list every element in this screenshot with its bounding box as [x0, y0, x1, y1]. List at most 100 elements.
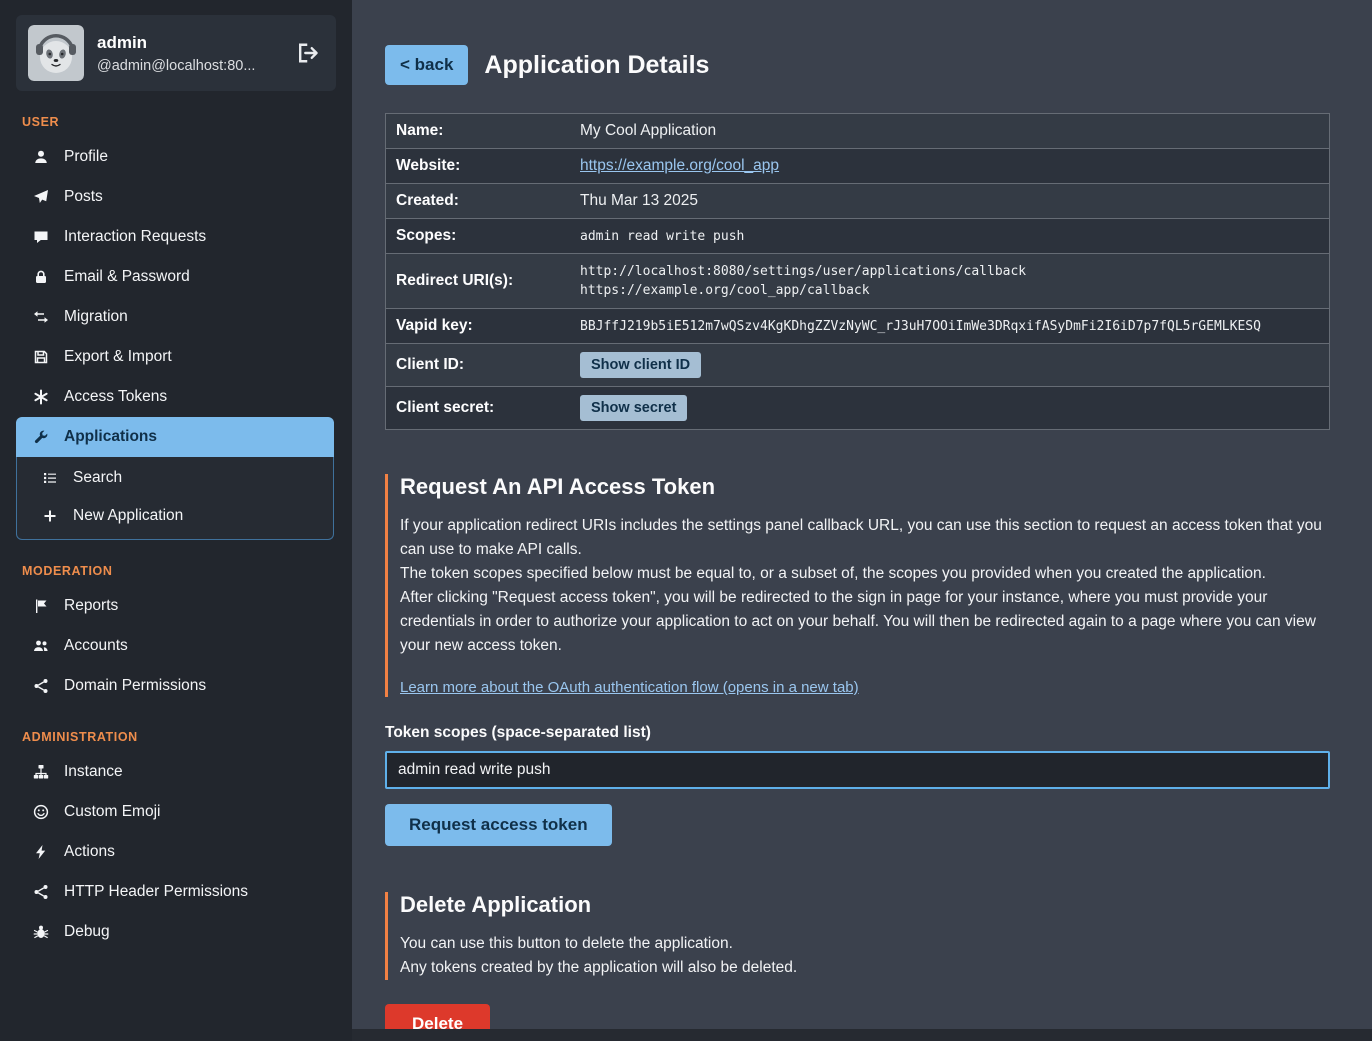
section-label-moderation: MODERATION: [22, 564, 336, 578]
sidebar-item-export-import[interactable]: Export & Import: [16, 337, 334, 377]
sidebar-item-profile[interactable]: Profile: [16, 137, 334, 177]
delete-application-description: Delete Application You can use this butt…: [385, 892, 1330, 980]
sidebar-item-label: Interaction Requests: [64, 228, 206, 246]
sidebar-item-http-header-permissions[interactable]: HTTP Header Permissions: [16, 872, 334, 912]
row-label: Website:: [386, 149, 570, 183]
logout-button[interactable]: [294, 39, 322, 67]
row-label: Client secret:: [386, 391, 570, 425]
sidebar-nav: USER Profile Posts Interaction Requests …: [0, 115, 352, 952]
speech-bubble-icon: [32, 229, 49, 246]
delete-paragraph: You can use this button to delete the ap…: [400, 932, 1330, 956]
redirect-uri: https://example.org/cool_app/callback: [580, 281, 1319, 300]
sidebar-item-label: Actions: [64, 843, 115, 861]
sidebar-item-label: Posts: [64, 188, 103, 206]
avatar: [28, 25, 84, 81]
user-card: admin @admin@localhost:80...: [16, 15, 336, 91]
table-row: Name: My Cool Application: [386, 114, 1329, 148]
request-token-description: Request An API Access Token If your appl…: [385, 474, 1330, 697]
request-token-heading: Request An API Access Token: [400, 474, 1330, 500]
row-value-scopes: admin read write push: [570, 221, 1329, 252]
sidebar-item-label: Search: [73, 469, 122, 487]
row-label: Client ID:: [386, 348, 570, 382]
transfer-arrows-icon: [32, 309, 49, 326]
floppy-icon: [32, 349, 49, 366]
row-label: Name:: [386, 114, 570, 148]
sidebar-item-domain-permissions[interactable]: Domain Permissions: [16, 666, 334, 706]
sidebar-item-label: Domain Permissions: [64, 677, 206, 695]
user-icon: [32, 149, 49, 166]
section-label-user: USER: [22, 115, 336, 129]
sidebar-item-access-tokens[interactable]: Access Tokens: [16, 377, 334, 417]
request-token-section: Request An API Access Token If your appl…: [385, 474, 1330, 846]
share-nodes-icon: [32, 884, 49, 901]
table-row: Client secret: Show secret: [386, 386, 1329, 429]
request-token-paragraph: After clicking "Request access token", y…: [400, 586, 1330, 658]
share-nodes-icon: [32, 678, 49, 695]
sidebar-item-label: Profile: [64, 148, 108, 166]
sidebar-item-label: Export & Import: [64, 348, 172, 366]
table-row: Website: https://example.org/cool_app: [386, 148, 1329, 183]
delete-application-section: Delete Application You can use this butt…: [385, 892, 1330, 1029]
request-access-token-button[interactable]: Request access token: [385, 804, 612, 846]
paper-plane-icon: [32, 189, 49, 206]
plus-icon: [41, 508, 58, 525]
sidebar-item-label: Accounts: [64, 637, 128, 655]
row-label: Redirect URI(s):: [386, 264, 570, 298]
lock-icon: [32, 269, 49, 286]
main-content: < back Application Details Name: My Cool…: [352, 0, 1372, 1029]
token-scopes-input[interactable]: [385, 751, 1330, 789]
table-row: Scopes: admin read write push: [386, 218, 1329, 253]
sidebar: admin @admin@localhost:80... USER Profil…: [0, 0, 352, 1041]
delete-paragraph: Any tokens created by the application wi…: [400, 956, 1330, 980]
delete-button[interactable]: Delete: [385, 1004, 490, 1029]
show-secret-button[interactable]: Show secret: [580, 395, 687, 421]
section-label-administration: ADMINISTRATION: [22, 730, 336, 744]
application-details-table: Name: My Cool Application Website: https…: [385, 113, 1330, 430]
sidebar-item-custom-emoji[interactable]: Custom Emoji: [16, 792, 334, 832]
user-handle: @admin@localhost:80...: [97, 58, 281, 74]
sidebar-item-label: Debug: [64, 923, 110, 941]
delete-application-heading: Delete Application: [400, 892, 1330, 918]
sidebar-item-instance[interactable]: Instance: [16, 752, 334, 792]
sidebar-item-interaction-requests[interactable]: Interaction Requests: [16, 217, 334, 257]
redirect-uri: http://localhost:8080/settings/user/appl…: [580, 262, 1319, 281]
applications-submenu: Search New Application: [16, 457, 334, 540]
sidebar-item-reports[interactable]: Reports: [16, 586, 334, 626]
sidebar-item-debug[interactable]: Debug: [16, 912, 334, 952]
show-client-id-button[interactable]: Show client ID: [580, 352, 701, 378]
sidebar-item-applications-search[interactable]: Search: [17, 459, 333, 497]
users-icon: [32, 638, 49, 655]
sidebar-item-email-password[interactable]: Email & Password: [16, 257, 334, 297]
flag-icon: [32, 598, 49, 615]
sidebar-item-label: Custom Emoji: [64, 803, 160, 821]
row-value-name: My Cool Application: [570, 114, 1329, 148]
sidebar-item-label: New Application: [73, 507, 183, 525]
sidebar-item-label: Email & Password: [64, 268, 190, 286]
sidebar-item-label: Instance: [64, 763, 123, 781]
sidebar-item-accounts[interactable]: Accounts: [16, 626, 334, 666]
bolt-icon: [32, 844, 49, 861]
row-label: Vapid key:: [386, 309, 570, 343]
sidebar-item-applications[interactable]: Applications: [16, 417, 334, 457]
bug-icon: [32, 924, 49, 941]
wrench-icon: [32, 429, 49, 446]
smiley-icon: [32, 804, 49, 821]
sidebar-item-label: HTTP Header Permissions: [64, 883, 248, 901]
table-row: Client ID: Show client ID: [386, 343, 1329, 386]
list-icon: [41, 470, 58, 487]
sidebar-item-new-application[interactable]: New Application: [17, 497, 333, 535]
website-link[interactable]: https://example.org/cool_app: [580, 157, 779, 174]
row-label: Scopes:: [386, 219, 570, 253]
oauth-docs-link[interactable]: Learn more about the OAuth authenticatio…: [400, 679, 859, 696]
back-button[interactable]: < back: [385, 45, 468, 85]
sidebar-item-label: Access Tokens: [64, 388, 167, 406]
sidebar-item-actions[interactable]: Actions: [16, 832, 334, 872]
sidebar-item-posts[interactable]: Posts: [16, 177, 334, 217]
table-row: Vapid key: BBJffJ219b5iE512m7wQSzv4KgKDh…: [386, 308, 1329, 343]
row-value-created: Thu Mar 13 2025: [570, 184, 1329, 218]
sidebar-item-label: Migration: [64, 308, 128, 326]
sidebar-item-label: Applications: [64, 428, 157, 446]
sidebar-item-migration[interactable]: Migration: [16, 297, 334, 337]
request-token-paragraph: The token scopes specified below must be…: [400, 562, 1330, 586]
row-value-vapid-key: BBJffJ219b5iE512m7wQSzv4KgKDhgZZVzNyWC_r…: [570, 311, 1329, 342]
